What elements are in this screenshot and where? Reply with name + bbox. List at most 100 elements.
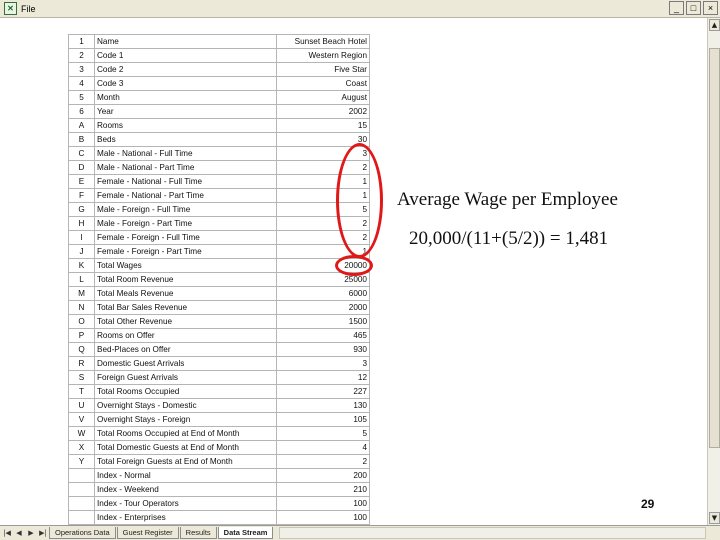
row-code-cell[interactable]: R (68, 356, 95, 371)
table-row[interactable]: X Total Domestic Guests at End of Month 4 (68, 440, 370, 455)
row-value-cell[interactable]: Coast (276, 76, 370, 91)
row-name-cell[interactable]: Name (94, 34, 277, 49)
close-button[interactable]: × (703, 1, 718, 15)
row-value-cell[interactable]: 12 (276, 370, 370, 385)
table-row[interactable]: L Total Room Revenue 25000 (68, 272, 370, 287)
row-value-cell[interactable]: 200 (276, 468, 370, 483)
sheet-tab[interactable]: Guest Register (116, 527, 179, 539)
table-row[interactable]: Index - Normal 200 (68, 468, 370, 483)
table-row[interactable]: Q Bed-Places on Offer 930 (68, 342, 370, 357)
first-sheet-icon[interactable]: |◀ (2, 528, 12, 539)
horizontal-scrollbar[interactable] (279, 527, 706, 539)
row-name-cell[interactable]: Total Other Revenue (94, 314, 277, 329)
row-value-cell[interactable]: 4 (276, 440, 370, 455)
table-row[interactable]: R Domestic Guest Arrivals 3 (68, 356, 370, 371)
row-code-cell[interactable]: E (68, 174, 95, 189)
next-sheet-icon[interactable]: ▶ (26, 528, 36, 539)
sheet-tab[interactable]: Results (179, 527, 217, 539)
row-code-cell[interactable]: 1 (68, 34, 95, 49)
table-row[interactable]: C Male - National - Full Time 3 (68, 146, 370, 161)
table-row[interactable]: S Foreign Guest Arrivals 12 (68, 370, 370, 385)
table-row[interactable]: N Total Bar Sales Revenue 2000 (68, 300, 370, 315)
table-row[interactable]: K Total Wages 20000 (68, 258, 370, 273)
row-name-cell[interactable]: Total Bar Sales Revenue (94, 300, 277, 315)
row-code-cell[interactable] (68, 468, 95, 483)
row-code-cell[interactable]: A (68, 118, 95, 133)
row-value-cell[interactable]: Five Star (276, 62, 370, 77)
row-code-cell[interactable]: D (68, 160, 95, 175)
table-row[interactable]: Y Total Foreign Guests at End of Month 2 (68, 454, 370, 469)
row-name-cell[interactable]: Female - National - Full Time (94, 174, 277, 189)
row-name-cell[interactable]: Female - National - Part Time (94, 188, 277, 203)
row-name-cell[interactable]: Index - Weekend (94, 482, 277, 497)
row-value-cell[interactable]: 1500 (276, 314, 370, 329)
row-value-cell[interactable]: Sunset Beach Hotel (276, 34, 370, 49)
row-name-cell[interactable]: Index - Normal (94, 468, 277, 483)
row-name-cell[interactable]: Beds (94, 132, 277, 147)
row-code-cell[interactable]: N (68, 300, 95, 315)
row-code-cell[interactable]: T (68, 384, 95, 399)
row-name-cell[interactable]: Male - Foreign - Part Time (94, 216, 277, 231)
row-value-cell[interactable]: 105 (276, 412, 370, 427)
row-code-cell[interactable]: G (68, 202, 95, 217)
table-row[interactable]: E Female - National - Full Time 1 (68, 174, 370, 189)
row-code-cell[interactable]: S (68, 370, 95, 385)
row-name-cell[interactable]: Total Meals Revenue (94, 286, 277, 301)
row-name-cell[interactable]: Code 3 (94, 76, 277, 91)
table-row[interactable]: Index - Weekend 210 (68, 482, 370, 497)
row-name-cell[interactable]: Year (94, 104, 277, 119)
row-code-cell[interactable]: Y (68, 454, 95, 469)
row-code-cell[interactable] (68, 510, 95, 525)
row-code-cell[interactable] (68, 482, 95, 497)
table-row[interactable]: Index - Enterprises 100 (68, 510, 370, 525)
row-name-cell[interactable]: Code 1 (94, 48, 277, 63)
table-row[interactable]: 1 Name Sunset Beach Hotel (68, 34, 370, 49)
table-row[interactable]: B Beds 30 (68, 132, 370, 147)
row-value-cell[interactable]: 5 (276, 426, 370, 441)
table-row[interactable]: G Male - Foreign - Full Time 5 (68, 202, 370, 217)
row-name-cell[interactable]: Rooms (94, 118, 277, 133)
last-sheet-icon[interactable]: ▶| (38, 528, 48, 539)
row-name-cell[interactable]: Male - National - Full Time (94, 146, 277, 161)
table-row[interactable]: H Male - Foreign - Part Time 2 (68, 216, 370, 231)
row-value-cell[interactable]: 465 (276, 328, 370, 343)
table-row[interactable]: W Total Rooms Occupied at End of Month 5 (68, 426, 370, 441)
row-name-cell[interactable]: Rooms on Offer (94, 328, 277, 343)
table-row[interactable]: 3 Code 2 Five Star (68, 62, 370, 77)
table-row[interactable]: T Total Rooms Occupied 227 (68, 384, 370, 399)
row-name-cell[interactable]: Index - Tour Operators (94, 496, 277, 511)
row-code-cell[interactable]: M (68, 286, 95, 301)
row-value-cell[interactable]: 6000 (276, 286, 370, 301)
table-row[interactable]: A Rooms 15 (68, 118, 370, 133)
row-name-cell[interactable]: Total Domestic Guests at End of Month (94, 440, 277, 455)
row-name-cell[interactable]: Month (94, 90, 277, 105)
row-code-cell[interactable]: P (68, 328, 95, 343)
row-code-cell[interactable]: 2 (68, 48, 95, 63)
row-name-cell[interactable]: Domestic Guest Arrivals (94, 356, 277, 371)
row-name-cell[interactable]: Bed-Places on Offer (94, 342, 277, 357)
row-name-cell[interactable]: Total Wages (94, 258, 277, 273)
row-value-cell[interactable]: 130 (276, 398, 370, 413)
row-code-cell[interactable]: U (68, 398, 95, 413)
row-name-cell[interactable]: Total Rooms Occupied (94, 384, 277, 399)
row-value-cell[interactable]: 2002 (276, 104, 370, 119)
table-row[interactable]: J Female - Foreign - Part Time 1 (68, 244, 370, 259)
row-name-cell[interactable]: Male - National - Part Time (94, 160, 277, 175)
row-name-cell[interactable]: Female - Foreign - Full Time (94, 230, 277, 245)
row-code-cell[interactable]: H (68, 216, 95, 231)
row-name-cell[interactable]: Overnight Stays - Domestic (94, 398, 277, 413)
row-name-cell[interactable]: Total Foreign Guests at End of Month (94, 454, 277, 469)
row-code-cell[interactable]: C (68, 146, 95, 161)
table-row[interactable]: 4 Code 3 Coast (68, 76, 370, 91)
row-code-cell[interactable]: X (68, 440, 95, 455)
row-value-cell[interactable]: 210 (276, 482, 370, 497)
row-value-cell[interactable]: 3 (276, 356, 370, 371)
table-row[interactable]: V Overnight Stays - Foreign 105 (68, 412, 370, 427)
scroll-thumb[interactable] (709, 48, 720, 448)
maximize-button[interactable]: □ (686, 1, 701, 15)
minimize-button[interactable]: _ (669, 1, 684, 15)
row-value-cell[interactable]: 2000 (276, 300, 370, 315)
table-row[interactable]: M Total Meals Revenue 6000 (68, 286, 370, 301)
row-name-cell[interactable]: Overnight Stays - Foreign (94, 412, 277, 427)
row-code-cell[interactable]: 4 (68, 76, 95, 91)
